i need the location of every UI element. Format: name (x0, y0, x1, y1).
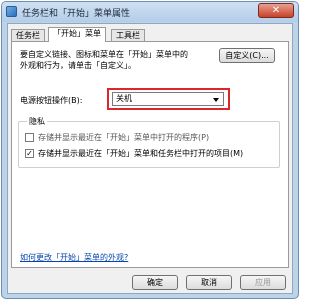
tab-start-menu[interactable]: 「开始」菜单 (48, 27, 106, 42)
help-link[interactable]: 如何更改「开始」菜单的外观? (20, 252, 128, 263)
privacy-group-title: 隐私 (27, 116, 47, 127)
tab-toolbars[interactable]: 工具栏 (111, 29, 145, 41)
store-recent-programs-checkbox[interactable] (25, 133, 34, 142)
apply-button[interactable]: 应用 (240, 275, 286, 290)
taskbar-properties-icon (6, 6, 17, 17)
close-button[interactable]: ✕ (258, 3, 294, 18)
power-button-selected-value: 关机 (116, 94, 132, 103)
ok-button[interactable]: 确定 (132, 275, 178, 290)
power-button-select[interactable]: 关机 (112, 92, 224, 106)
description-line-2: 外观和行为，请单击「自定义」。 (20, 61, 136, 70)
title-bar[interactable]: 任务栏和「开始」菜单属性 ✕ (2, 2, 298, 22)
checkmark-icon[interactable]: ✓ (25, 149, 34, 158)
store-recent-items-label: 存储并显示最近在「开始」菜单和任务栏中打开的项目(M) (38, 149, 244, 158)
store-recent-programs-label: 存储并显示最近在「开始」菜单中打开的程序(P) (38, 133, 210, 142)
power-button-label: 电源按钮操作(B): (20, 96, 83, 105)
description-text: 要自定义链接、图标和菜单在「开始」菜单中的 外观和行为，请单击「自定义」。 (20, 49, 200, 71)
cancel-button[interactable]: 取消 (186, 275, 232, 290)
privacy-group: 隐私 存储并显示最近在「开始」菜单中打开的程序(P) ✓ 存储并显示最近在「开始… (18, 116, 280, 168)
dialog-client-area: 任务栏 「开始」菜单 工具栏 要自定义链接、图标和菜单在「开始」菜单中的 外观和… (7, 23, 293, 294)
chevron-down-icon (213, 98, 219, 102)
tab-taskbar[interactable]: 任务栏 (11, 29, 45, 41)
description-line-1: 要自定义链接、图标和菜单在「开始」菜单中的 (20, 50, 188, 59)
customize-button[interactable]: 自定义(C)... (219, 48, 275, 63)
properties-dialog: 任务栏和「开始」菜单属性 ✕ 任务栏 「开始」菜单 工具栏 要自定义链接、图标和… (1, 1, 299, 299)
start-menu-panel: 要自定义链接、图标和菜单在「开始」菜单中的 外观和行为，请单击「自定义」。 自定… (11, 41, 289, 268)
window-title: 任务栏和「开始」菜单属性 (22, 9, 131, 19)
